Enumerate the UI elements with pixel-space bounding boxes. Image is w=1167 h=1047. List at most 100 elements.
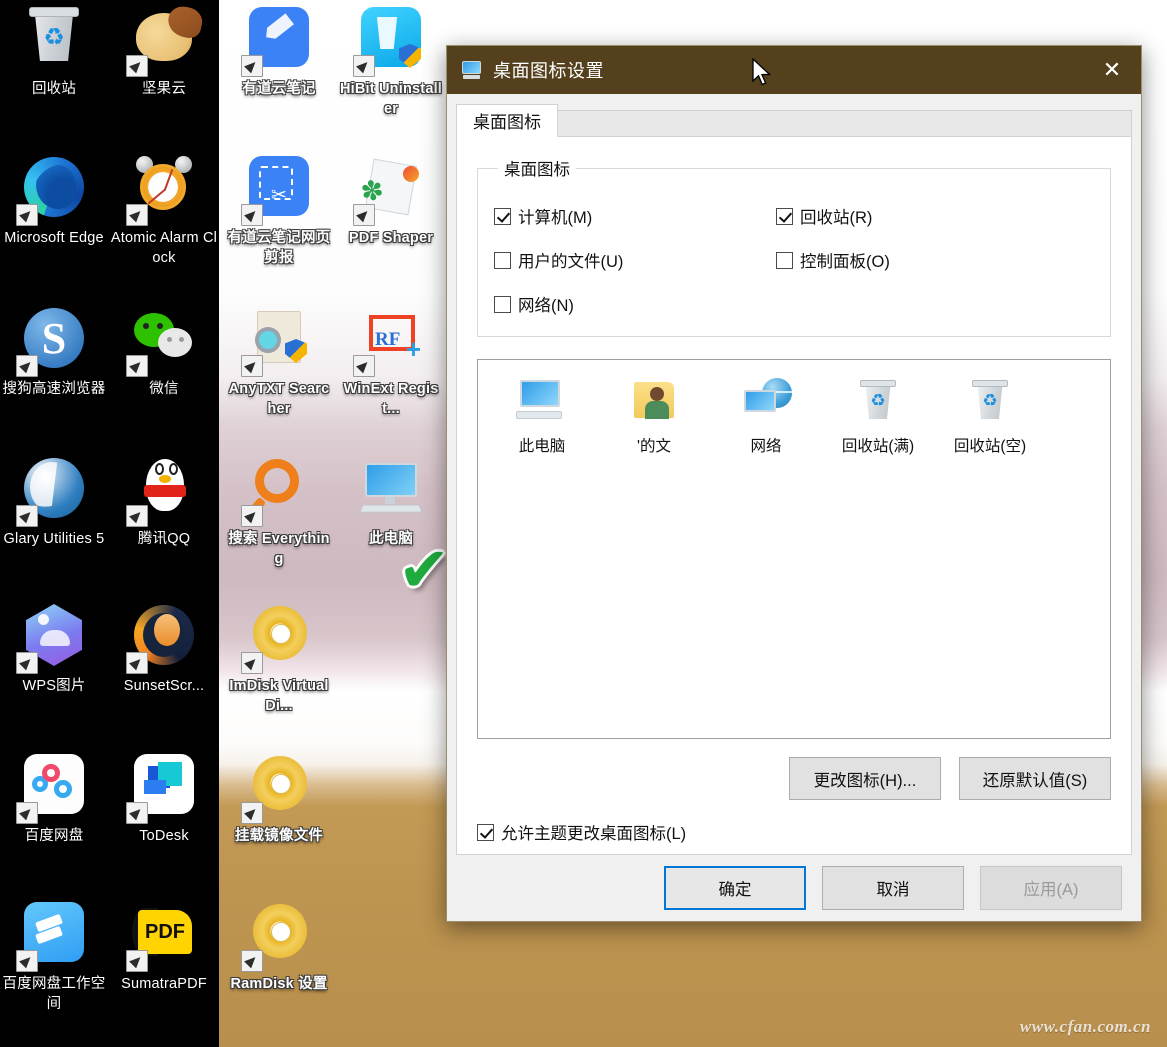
change-icon-button[interactable]: 更改图标(H)... bbox=[789, 757, 941, 800]
sogou-icon bbox=[16, 303, 90, 377]
cd-disc-icon bbox=[241, 600, 315, 674]
desktop-icons-group: 桌面图标 计算机(M) 回收站(R) 用户的文件(U) 控制面板(O) 网络(N) bbox=[477, 156, 1111, 337]
tab-strip-filler bbox=[558, 110, 1132, 136]
preview-icon-item[interactable]: 回收站(满) bbox=[822, 378, 934, 456]
shortcut-arrow-icon bbox=[126, 55, 148, 77]
checkbox[interactable] bbox=[494, 295, 511, 313]
checkbox-label: 用户的文件(U) bbox=[518, 253, 624, 271]
clip-scissors-icon: ✂ bbox=[241, 152, 315, 226]
allow-theme-change-checkbox[interactable] bbox=[477, 823, 494, 841]
desktop-icon-label: SunsetScr... bbox=[123, 678, 205, 694]
desktop-icon[interactable]: 搜索 Everything bbox=[225, 453, 333, 569]
sumatra-pdf-icon bbox=[126, 898, 200, 972]
recycle-empty-icon bbox=[964, 378, 1016, 426]
desktop-icon[interactable]: 此电脑 bbox=[337, 453, 445, 549]
desktop-icon[interactable]: AnyTXT Searcher bbox=[225, 303, 333, 419]
checkbox-row[interactable]: 用户的文件(U) bbox=[494, 248, 776, 272]
dialog-titlebar[interactable]: 桌面图标设置 ✕ bbox=[447, 46, 1141, 94]
desktop-icon[interactable]: SunsetScr... bbox=[110, 600, 218, 696]
desktop-icon-label: PDF Shaper bbox=[348, 230, 434, 246]
desktop-icon[interactable]: Glary Utilities 5 bbox=[0, 453, 108, 549]
winext-icon: RF + bbox=[353, 303, 427, 377]
allow-theme-change-checkbox-row[interactable]: 允许主题更改桌面图标(L) bbox=[477, 820, 1111, 854]
tab-page-desktop-icons: 桌面图标 计算机(M) 回收站(R) 用户的文件(U) 控制面板(O) 网络(N) 此电… bbox=[456, 136, 1132, 855]
shortcut-arrow-icon bbox=[16, 204, 38, 226]
tab-strip: 桌面图标 bbox=[456, 103, 1132, 137]
desktop-icon-label: Atomic Alarm Clock bbox=[110, 230, 218, 266]
desktop-icon[interactable]: HiBit Uninstaller bbox=[337, 3, 445, 119]
tab-label: 桌面图标 bbox=[473, 113, 541, 132]
preview-icon-item[interactable]: 此电脑 bbox=[486, 378, 598, 456]
shortcut-arrow-icon bbox=[126, 204, 148, 226]
desktop-icon[interactable]: 腾讯QQ bbox=[110, 453, 218, 549]
baidu-workspace-icon bbox=[16, 898, 90, 972]
preview-icon-item[interactable]: 网络 bbox=[710, 378, 822, 456]
desktop-icon[interactable]: 百度网盘工作空间 bbox=[0, 898, 108, 1014]
checkbox[interactable] bbox=[776, 251, 793, 269]
cd-disc-icon bbox=[241, 750, 315, 824]
anytxt-icon bbox=[241, 303, 315, 377]
desktop-icon[interactable]: Atomic Alarm Clock bbox=[110, 152, 218, 268]
this-pc-icon bbox=[516, 378, 568, 426]
checkbox[interactable] bbox=[776, 207, 793, 225]
dialog-footer: 确定 取消 应用(A) bbox=[447, 855, 1141, 921]
preview-icon-item[interactable]: 回收站(空) bbox=[934, 378, 1046, 456]
desktop-icon-label: HiBit Uninstaller bbox=[339, 81, 443, 117]
desktop-icon-label: 微信 bbox=[149, 381, 179, 397]
desktop-icon-label: WinExt Regist... bbox=[343, 381, 439, 417]
checkbox-grid: 计算机(M) 回收站(R) 用户的文件(U) 控制面板(O) 网络(N) bbox=[494, 198, 1094, 316]
shortcut-arrow-icon bbox=[353, 355, 375, 377]
desktop-icon[interactable]: 有道云笔记 bbox=[225, 3, 333, 99]
checkbox-label: 回收站(R) bbox=[800, 209, 873, 227]
preview-icon-label: 此电脑 bbox=[518, 438, 566, 455]
checkbox-row[interactable]: 计算机(M) bbox=[494, 204, 776, 228]
desktop-icon[interactable]: 挂载镜像文件 bbox=[225, 750, 333, 846]
group-legend: 桌面图标 bbox=[504, 161, 570, 179]
recycle-bin-icon bbox=[18, 3, 90, 75]
shortcut-arrow-icon bbox=[126, 505, 148, 527]
hibit-icon bbox=[353, 3, 427, 77]
desktop-icon-settings-dialog: 桌面图标设置 ✕ 桌面图标 桌面图标 计算机(M) 回收站(R) 用户的文件(U) 控… bbox=[446, 45, 1142, 922]
desktop-icon[interactable]: SumatraPDF bbox=[110, 898, 218, 994]
desktop-icon[interactable]: WPS图片 bbox=[0, 600, 108, 696]
icon-action-buttons: 更改图标(H)... 还原默认值(S) bbox=[477, 757, 1111, 800]
checkbox-row[interactable]: 回收站(R) bbox=[776, 204, 1094, 228]
shortcut-arrow-icon bbox=[16, 802, 38, 824]
desktop-icon[interactable]: ✂ 有道云笔记网页剪报 bbox=[225, 152, 333, 268]
mouse-cursor bbox=[752, 58, 772, 86]
desktop-icon[interactable]: RF + WinExt Regist... bbox=[337, 303, 445, 419]
desktop-icon[interactable]: 微信 bbox=[110, 303, 218, 399]
preview-icon-label: 回收站(满) bbox=[841, 438, 915, 455]
desktop-icon-label: Microsoft Edge bbox=[4, 230, 104, 246]
desktop-icon[interactable]: ✽ PDF Shaper bbox=[337, 152, 445, 248]
ok-button[interactable]: 确定 bbox=[664, 866, 806, 910]
qq-icon bbox=[126, 453, 200, 527]
monitor-icon bbox=[461, 59, 483, 81]
shortcut-arrow-icon bbox=[353, 55, 375, 77]
desktop-icon-label: 腾讯QQ bbox=[137, 531, 191, 547]
desktop-icon[interactable]: RamDisk 设置 bbox=[225, 898, 333, 994]
tab-desktop-icons[interactable]: 桌面图标 bbox=[456, 104, 558, 137]
cd-disc-icon bbox=[241, 898, 315, 972]
desktop-icon[interactable]: 坚果云 bbox=[110, 3, 218, 99]
checkbox-row[interactable]: 控制面板(O) bbox=[776, 248, 1094, 272]
desktop-icon-label: 搜狗高速浏览器 bbox=[2, 381, 106, 397]
desktop-icon[interactable]: ToDesk bbox=[110, 750, 218, 846]
desktop-icon[interactable]: 搜狗高速浏览器 bbox=[0, 303, 108, 399]
checkbox[interactable] bbox=[494, 207, 511, 225]
desktop-icon[interactable]: Microsoft Edge bbox=[0, 152, 108, 248]
close-icon[interactable]: ✕ bbox=[1083, 46, 1141, 94]
desktop-icon-label: WPS图片 bbox=[22, 678, 86, 694]
desktop-icon[interactable]: 回收站 bbox=[0, 3, 108, 99]
desktop-icon[interactable]: 百度网盘 bbox=[0, 750, 108, 846]
baidu-pan-icon bbox=[16, 750, 90, 824]
shortcut-arrow-icon bbox=[241, 355, 263, 377]
checkbox[interactable] bbox=[494, 251, 511, 269]
checkbox-row[interactable]: 网络(N) bbox=[494, 292, 776, 316]
wps-photo-icon bbox=[16, 600, 90, 674]
preview-icon-item[interactable]: '的文 bbox=[598, 378, 710, 456]
cancel-button[interactable]: 取消 bbox=[822, 866, 964, 910]
desktop-icon[interactable]: ImDisk Virtual Di... bbox=[225, 600, 333, 716]
desktop-icon-label: 挂载镜像文件 bbox=[234, 828, 324, 844]
restore-default-button[interactable]: 还原默认值(S) bbox=[959, 757, 1111, 800]
